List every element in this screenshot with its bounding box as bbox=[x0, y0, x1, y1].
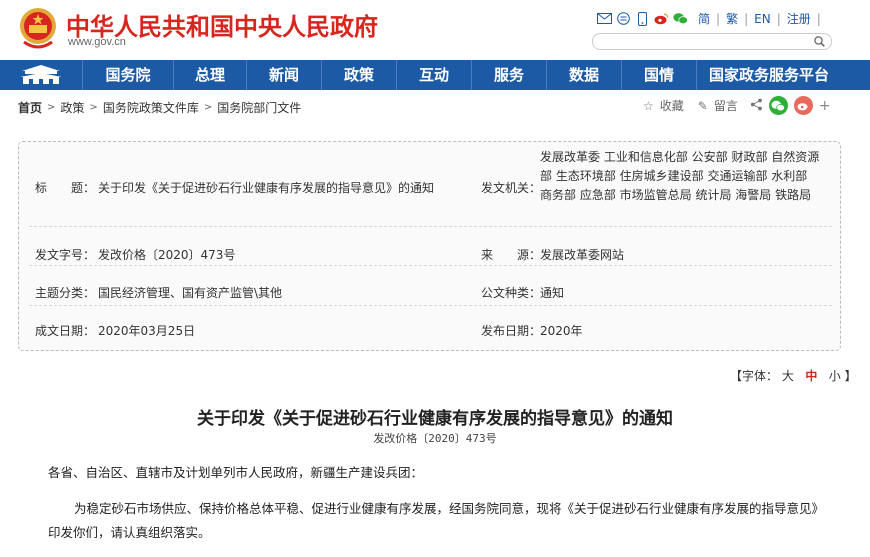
title-label: 标 题： bbox=[35, 181, 96, 195]
docno-value: 发改价格〔2020〕473号 bbox=[98, 248, 236, 262]
source-label: 来 源： bbox=[481, 248, 542, 262]
font-size-large[interactable]: 大 bbox=[782, 369, 794, 383]
chevron-right-icon: > bbox=[89, 102, 98, 113]
separator: | bbox=[716, 11, 721, 26]
document-title: 关于印发《关于促进砂石行业健康有序发展的指导意见》的通知 bbox=[197, 409, 673, 429]
star-icon[interactable]: ☆ bbox=[643, 99, 654, 113]
mail-icon[interactable] bbox=[597, 12, 612, 26]
breadcrumb-policy[interactable]: 政策 bbox=[60, 99, 84, 116]
page-tools: ☆ 收藏 ✎ 留言 + bbox=[643, 96, 831, 115]
source-value: 发展改革委网站 bbox=[540, 248, 625, 262]
search-box bbox=[592, 33, 832, 50]
english-link[interactable]: EN bbox=[754, 12, 771, 26]
date-label: 成文日期： bbox=[35, 324, 96, 338]
chevron-right-icon: > bbox=[203, 102, 213, 113]
chevron-right-icon: > bbox=[47, 102, 56, 113]
top-toolbar: 简 | 繁 | EN | 注册 | bbox=[597, 10, 821, 27]
nav-item-state-council[interactable]: 国务院 bbox=[83, 60, 173, 90]
mobile-icon[interactable] bbox=[635, 11, 650, 26]
topic-label: 主题分类： bbox=[35, 286, 96, 300]
nav-item-national-info[interactable]: 国情 bbox=[622, 60, 696, 90]
search-input[interactable] bbox=[601, 34, 816, 50]
comment-link[interactable]: 留言 bbox=[714, 97, 738, 114]
main-nav: 国务院 总理 新闻 政策 互动 服务 数据 国情 国家政务服务平台 bbox=[0, 60, 870, 90]
separator: | bbox=[744, 11, 749, 26]
breadcrumb: 首页 > 政策 > 国务院政策文件库 > 国务院部门文件 bbox=[18, 99, 301, 116]
simplified-link[interactable]: 简 bbox=[698, 10, 710, 27]
search-icon[interactable] bbox=[814, 36, 825, 47]
info-row-topic: 主题分类： 国民经济管理、国有资产监管\其他 公文种类： 通知 bbox=[29, 266, 832, 306]
weibo-icon[interactable] bbox=[654, 12, 669, 26]
separator: | bbox=[816, 11, 821, 26]
breadcrumb-home[interactable]: 首页 bbox=[18, 99, 42, 116]
font-size-selector: 【字体： 大 中 小 】 bbox=[730, 367, 857, 384]
doc-type-value: 通知 bbox=[540, 286, 565, 300]
date-value: 2020年03月25日 bbox=[98, 324, 196, 338]
plus-icon[interactable]: + bbox=[819, 98, 831, 114]
national-emblem-icon[interactable] bbox=[18, 6, 58, 50]
share-icon[interactable] bbox=[750, 98, 763, 114]
nav-item-premier[interactable]: 总理 bbox=[174, 60, 246, 90]
separator: | bbox=[776, 11, 781, 26]
publish-date-label: 发布日期： bbox=[481, 324, 542, 338]
site-url: www.gov.cn bbox=[68, 36, 126, 48]
document-number: 发改价格〔2020〕473号 bbox=[373, 432, 497, 445]
title-value: 关于印发《关于促进砂石行业健康有序发展的指导意见》的通知 bbox=[98, 181, 435, 195]
publish-date-value: 2020年 bbox=[540, 324, 583, 338]
issuer-label: 发文机关： bbox=[481, 181, 542, 195]
breadcrumb-dept-docs[interactable]: 国务院部门文件 bbox=[217, 99, 301, 116]
document-info-box: 标 题： 关于印发《关于促进砂石行业健康有序发展的指导意见》的通知 发文机关： … bbox=[18, 141, 841, 351]
wechat-icon[interactable] bbox=[673, 12, 688, 26]
message-icon[interactable] bbox=[616, 12, 631, 26]
pencil-icon[interactable]: ✎ bbox=[698, 99, 708, 113]
nav-item-services[interactable]: 服务 bbox=[472, 60, 546, 90]
info-row-dates: 成文日期： 2020年03月25日 发布日期： 2020年 bbox=[29, 306, 832, 350]
issuer-value: 发展改革委 工业和信息化部 公安部 财政部 自然资源部 生态环境部 住房城乡建设… bbox=[540, 150, 820, 202]
salutation: 各省、自治区、直辖市及计划单列市人民政府，新疆生产建设兵团： bbox=[48, 465, 424, 480]
tiananmen-icon[interactable] bbox=[0, 60, 82, 90]
body-paragraph: 为稳定砂石市场供应、保持价格总体平稳、促进行业健康有序发展，经国务院同意，现将《… bbox=[48, 501, 825, 540]
language-links: 简 | 繁 | EN | 注册 | bbox=[698, 10, 821, 27]
wechat-share-icon[interactable] bbox=[768, 96, 788, 115]
nav-item-service-platform[interactable]: 国家政务服务平台 bbox=[697, 60, 841, 90]
font-size-prefix: 【字体： bbox=[730, 369, 779, 383]
nav-item-interaction[interactable]: 互动 bbox=[397, 60, 471, 90]
font-size-suffix: 】 bbox=[844, 369, 857, 383]
traditional-link[interactable]: 繁 bbox=[726, 10, 738, 27]
nav-item-policy[interactable]: 政策 bbox=[322, 60, 396, 90]
nav-item-data[interactable]: 数据 bbox=[547, 60, 621, 90]
info-row-docno: 发文字号： 发改价格〔2020〕473号 来 源： 发展改革委网站 bbox=[29, 227, 832, 266]
font-size-medium[interactable]: 中 bbox=[805, 369, 817, 383]
site-header: 中华人民共和国中央人民政府 www.gov.cn 简 | 繁 | EN | 注册… bbox=[0, 0, 870, 60]
doc-type-label: 公文种类： bbox=[481, 286, 542, 300]
font-size-small[interactable]: 小 bbox=[829, 369, 841, 383]
weibo-share-icon[interactable] bbox=[793, 96, 813, 115]
breadcrumb-policy-library[interactable]: 国务院政策文件库 bbox=[103, 99, 199, 116]
favorite-link[interactable]: 收藏 bbox=[660, 97, 684, 114]
docno-label: 发文字号： bbox=[35, 248, 96, 262]
register-link[interactable]: 注册 bbox=[787, 10, 811, 27]
info-row-title: 标 题： 关于印发《关于促进砂石行业健康有序发展的指导意见》的通知 发文机关： … bbox=[29, 142, 832, 227]
topic-value: 国民经济管理、国有资产监管\其他 bbox=[98, 286, 283, 300]
nav-item-news[interactable]: 新闻 bbox=[247, 60, 321, 90]
